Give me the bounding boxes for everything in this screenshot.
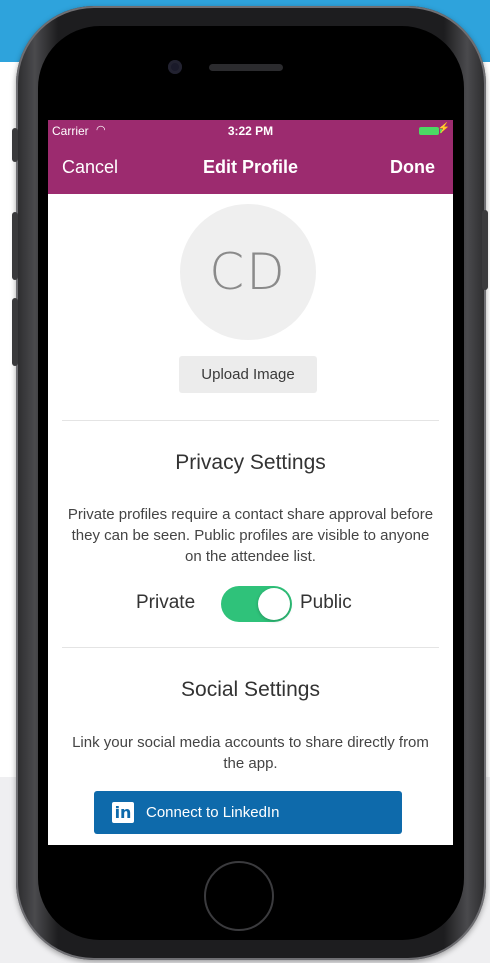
linkedin-icon: in <box>112 802 134 823</box>
phone-screen: Carrier ◠ 3:22 PM ⚡ Cancel Edit Profile … <box>48 120 453 845</box>
front-camera <box>168 60 182 74</box>
divider <box>62 420 439 421</box>
volume-up-button <box>12 212 18 280</box>
navigation-bar: Cancel Edit Profile Done <box>48 142 453 194</box>
volume-down-button <box>12 298 18 366</box>
divider <box>62 647 439 648</box>
public-label: Public <box>300 592 352 613</box>
privacy-settings-title: Privacy Settings <box>175 451 326 474</box>
upload-image-button[interactable]: Upload Image <box>179 356 317 393</box>
privacy-toggle-row: Private Public <box>48 586 453 622</box>
privacy-toggle[interactable] <box>221 586 292 622</box>
private-label: Private <box>136 592 196 613</box>
mute-switch <box>12 128 18 162</box>
connect-linkedin-button[interactable]: in Connect to LinkedIn <box>94 791 402 834</box>
battery-icon <box>419 127 439 135</box>
linkedin-button-label: Connect to LinkedIn <box>146 804 280 821</box>
power-button <box>482 210 488 290</box>
privacy-description: Private profiles require a contact share… <box>67 506 434 565</box>
status-bar: Carrier ◠ 3:22 PM ⚡ <box>48 120 453 142</box>
status-time: 3:22 PM <box>227 124 274 138</box>
avatar: CD <box>180 204 316 340</box>
charging-bolt-icon: ⚡ <box>437 123 450 134</box>
earpiece-speaker <box>209 64 283 71</box>
social-settings-title: Social Settings <box>181 678 320 701</box>
home-button[interactable] <box>204 861 274 931</box>
toggle-knob <box>258 588 290 620</box>
done-button[interactable]: Done <box>390 157 435 178</box>
social-description: Link your social media accounts to share… <box>72 734 429 772</box>
